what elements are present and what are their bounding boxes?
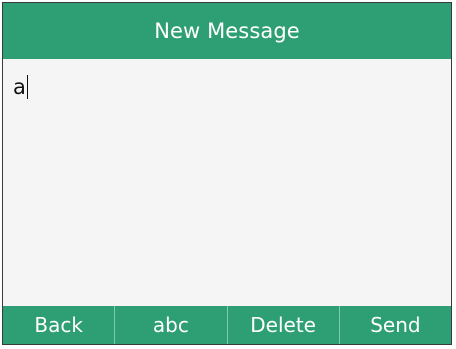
message-input[interactable]: a <box>13 74 28 100</box>
message-compose-area[interactable]: a <box>3 59 451 311</box>
back-button[interactable]: Back <box>3 306 116 344</box>
phone-screen: New Message a Back abc Delete Send <box>2 2 452 345</box>
input-mode-button[interactable]: abc <box>115 306 228 344</box>
title-bar: New Message <box>3 3 451 59</box>
softkey-bar: Back abc Delete Send <box>3 306 451 344</box>
text-cursor <box>26 75 28 99</box>
send-button[interactable]: Send <box>340 306 451 344</box>
message-text: a <box>13 75 26 99</box>
page-title: New Message <box>154 19 300 43</box>
delete-button[interactable]: Delete <box>228 306 340 344</box>
